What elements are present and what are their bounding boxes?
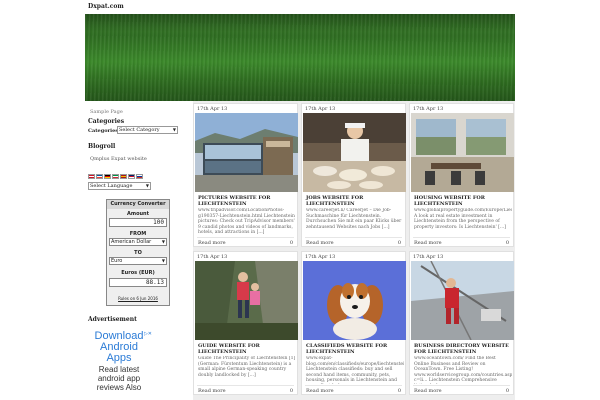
banner-texture [85, 14, 515, 101]
converter-rules-link[interactable]: Rules on 6 Jun 2016 [107, 296, 169, 301]
language-flag-icon[interactable] [128, 174, 135, 179]
post-excerpt: Guide The Principality of Liechtenstein … [198, 356, 296, 378]
language-flag-icon[interactable] [136, 174, 143, 179]
card-divider [305, 237, 402, 238]
post-excerpt: www.oceantown.com/ Find the Best Online … [414, 356, 512, 384]
converter-title: Currency Converter [107, 200, 169, 209]
from-currency-select[interactable]: American Dollar ▼ [109, 238, 167, 246]
language-flag-icon[interactable] [104, 174, 111, 179]
comment-count[interactable]: 0 [290, 240, 293, 246]
post-date: 17th Apr 13 [197, 254, 228, 260]
categories-label: Categories [88, 128, 119, 134]
chevron-down-icon: ▼ [161, 258, 165, 263]
post-grid: 17th Apr 13 PICTURES WEBSITE FOR LIECHTE… [193, 101, 515, 400]
post-date: 17th Apr 13 [305, 106, 336, 112]
categories-select[interactable]: Select Category ▼ [117, 126, 178, 134]
read-more-link[interactable]: Read more [414, 388, 442, 394]
amount-input[interactable]: 100 [109, 218, 167, 227]
language-flag-icon[interactable] [96, 174, 103, 179]
blogroll-link[interactable]: Qmplus Expat website [90, 156, 147, 162]
result-label: Euros (EUR) [121, 270, 155, 276]
post-excerpt: www.globalpropertyguide.com/Europe/Liech… [414, 208, 512, 230]
post-title[interactable]: PICTURES WEBSITE FOR LIECHTENSTEIN [198, 195, 296, 207]
ad-choices-icon[interactable]: ▷✕ [144, 331, 152, 337]
language-flags [88, 174, 143, 179]
ad-line-reviews: reviews Also [96, 383, 142, 392]
post-thumbnail-building[interactable] [195, 113, 298, 192]
post-thumbnail-climbers[interactable] [195, 261, 298, 340]
language-select-value: Select Language [90, 183, 133, 189]
ad-line-android-app: android app [97, 374, 141, 383]
post-card[interactable]: 17th Apr 13 GUIDE WEBSITE FOR LIECHTENST… [193, 251, 298, 395]
post-title[interactable]: HOUSING WEBSITE FOR LIECHTENSTEIN [414, 195, 512, 207]
ad-line-read-latest: Read latest [98, 365, 140, 374]
post-date: 17th Apr 13 [305, 254, 336, 260]
post-excerpt: www.expat-blog.com/en/classifieds/europe… [306, 356, 404, 384]
post-thumbnail-baker[interactable] [303, 113, 406, 192]
post-date: 17th Apr 13 [413, 254, 444, 260]
read-more-link[interactable]: Read more [198, 240, 226, 246]
card-divider [305, 385, 402, 386]
chevron-down-icon: ▼ [161, 239, 165, 244]
card-divider [413, 237, 510, 238]
post-date: 17th Apr 13 [197, 106, 228, 112]
amount-label: Amount [126, 211, 150, 217]
grass-banner-image [85, 14, 515, 101]
post-title[interactable]: BUSINESS DIRECTORY WEBSITE FOR LIECHTENS… [414, 343, 512, 355]
post-date: 17th Apr 13 [413, 106, 444, 112]
post-card[interactable]: 17th Apr 13 PICTURES WEBSITE FOR LIECHTE… [193, 103, 298, 247]
post-card[interactable]: 17th Apr 13 JOBS WEBSITE FOR LIECHTENSTE… [301, 103, 406, 247]
to-currency-value: Euro [111, 258, 123, 264]
language-select[interactable]: Select Language ▼ [88, 182, 151, 190]
currency-converter: Currency Converter Amount 100 FROM Ameri… [106, 199, 170, 306]
card-divider [197, 237, 294, 238]
post-excerpt: www.tripadvisor.com/LocationPhotos-g1903… [198, 208, 295, 235]
result-output: 88.13 [109, 278, 167, 287]
post-thumbnail-worker[interactable] [411, 261, 514, 340]
read-more-link[interactable]: Read more [306, 388, 334, 394]
comment-count[interactable]: 0 [506, 388, 509, 394]
language-flag-icon[interactable] [88, 174, 95, 179]
post-title[interactable]: CLASSIFIEDS WEBSITE FOR LIECHTENSTEIN [306, 343, 404, 355]
advertisement-heading: Advertisement [88, 316, 137, 323]
post-card[interactable]: 17th Apr 13 HOUSING WEBSITE FOR LIECHTEN… [409, 103, 514, 247]
read-more-link[interactable]: Read more [198, 388, 226, 394]
post-thumbnail-interior[interactable] [411, 113, 514, 192]
read-more-link[interactable]: Read more [414, 240, 442, 246]
site-title-link[interactable]: Dxpat.com [88, 3, 124, 10]
categories-select-value: Select Category [119, 127, 160, 133]
advertisement-box[interactable]: ▷✕ Download Android Apps Read latest and… [90, 331, 152, 400]
card-divider [197, 385, 294, 386]
ad-line-apps: Apps [106, 352, 132, 364]
post-thumbnail-puppy[interactable] [303, 261, 406, 340]
blogroll-heading: Blogroll [88, 143, 116, 150]
post-excerpt: www.careerjet.li/ Careerjet – Die Job-Su… [306, 208, 402, 230]
post-card[interactable]: 17th Apr 13 CLASSIFIEDS WEBSITE FOR LIEC… [301, 251, 406, 395]
categories-heading: Categories [88, 118, 125, 125]
site-header: Dxpat.com [85, 0, 515, 14]
sidebar: Sample Page Categories Categories Select… [85, 101, 192, 400]
post-title[interactable]: JOBS WEBSITE FOR LIECHTENSTEIN [306, 195, 404, 207]
language-flag-icon[interactable] [120, 174, 127, 179]
page: Dxpat.com Sample Page Categories Categor… [85, 0, 515, 400]
to-currency-select[interactable]: Euro ▼ [109, 257, 167, 265]
sample-page-link[interactable]: Sample Page [90, 109, 123, 115]
comment-count[interactable]: 0 [398, 240, 401, 246]
chevron-down-icon: ▼ [145, 183, 149, 188]
card-divider [413, 385, 510, 386]
from-currency-value: American Dollar [111, 239, 152, 245]
read-more-link[interactable]: Read more [306, 240, 334, 246]
post-title[interactable]: GUIDE WEBSITE FOR LIECHTENSTEIN [198, 343, 296, 355]
chevron-down-icon: ▼ [172, 127, 176, 132]
to-label: TO [134, 250, 142, 256]
comment-count[interactable]: 0 [398, 388, 401, 394]
post-card[interactable]: 17th Apr 13 BUSINESS DIRECTORY WEBSITE F… [409, 251, 514, 395]
comment-count[interactable]: 0 [290, 388, 293, 394]
language-flag-icon[interactable] [112, 174, 119, 179]
from-label: FROM [129, 231, 147, 237]
comment-count[interactable]: 0 [506, 240, 509, 246]
